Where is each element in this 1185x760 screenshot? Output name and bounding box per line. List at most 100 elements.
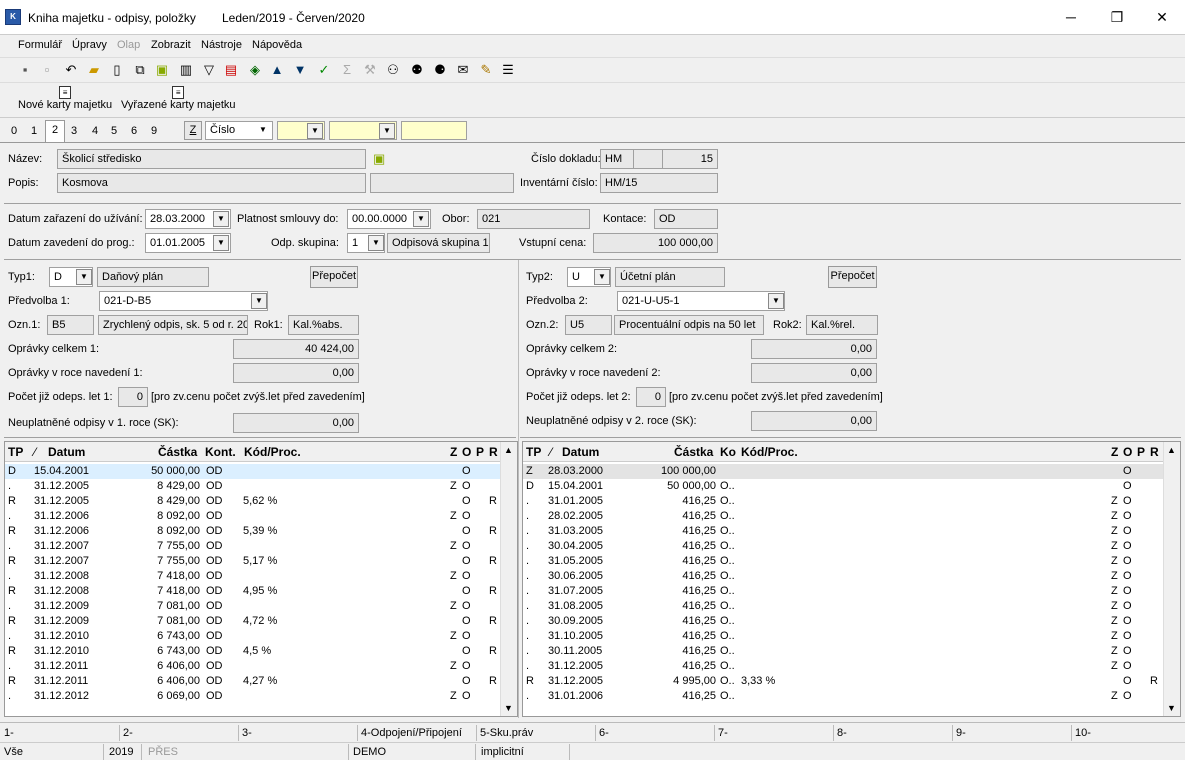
neuplatnene1-field[interactable]: 0,00 [233, 413, 359, 433]
opravky-celkem1-field[interactable]: 40 424,00 [233, 339, 359, 359]
ozn1-field[interactable]: B5 [47, 315, 94, 335]
scroll-up-icon[interactable]: ▲ [504, 445, 513, 455]
col-r[interactable]: R [489, 445, 498, 459]
inv-cislo-field[interactable]: HM/15 [600, 173, 718, 193]
chevron-down-icon[interactable]: ▼ [76, 269, 92, 285]
chevron-down-icon[interactable]: ▼ [768, 293, 784, 309]
col-z[interactable]: Z [450, 445, 457, 459]
col-o[interactable]: O [1123, 445, 1132, 459]
notes-icon[interactable]: ✎ [477, 61, 495, 79]
save-as-icon[interactable]: ▫ [38, 61, 56, 79]
table-row[interactable]: . 31.12.2005 416,25 O.. Z O [523, 659, 1180, 674]
arrow-down-icon[interactable]: ▼ [291, 61, 309, 79]
stack-icon[interactable]: ◈ [246, 61, 264, 79]
table-row[interactable]: . 31.07.2005 416,25 O.. Z O [523, 584, 1180, 599]
tab-3[interactable]: 3 [64, 122, 84, 141]
doklad-blank-field[interactable] [633, 149, 663, 169]
col-tp[interactable]: TP [526, 445, 541, 459]
fkey-9[interactable]: 9- [956, 727, 966, 739]
new-document-icon[interactable]: ▯ [108, 61, 126, 79]
save-icon[interactable]: ▪ [16, 61, 34, 79]
neuplatnene2-field[interactable]: 0,00 [751, 411, 877, 431]
obor-field[interactable]: 021 [477, 209, 590, 229]
opravky-roce2-field[interactable]: 0,00 [751, 363, 877, 383]
left-scrollbar[interactable]: ▲ ▼ [500, 442, 517, 716]
chevron-down-icon[interactable]: ▼ [368, 235, 384, 251]
fkey-8[interactable]: 8- [837, 727, 847, 739]
filter-field-3[interactable] [401, 121, 467, 140]
copy-icon[interactable]: ⧉ [131, 61, 149, 79]
fkey-10[interactable]: 10- [1075, 727, 1091, 739]
tab-5[interactable]: 5 [104, 122, 124, 141]
tab-0[interactable]: 0 [4, 122, 24, 141]
col-datum[interactable]: Datum [48, 445, 85, 459]
col-sort[interactable]: ⁄ [34, 445, 36, 459]
scroll-up-icon[interactable]: ▲ [1167, 445, 1176, 455]
tab-4[interactable]: 4 [85, 122, 105, 141]
prepocet1-button[interactable]: Přepočet [310, 266, 358, 288]
table-row[interactable]: R 31.12.2006 8 092,00 OD 5,39 % O R [5, 524, 517, 539]
minimize-button[interactable]: ─ [1051, 4, 1091, 30]
undo-icon[interactable]: ↶ [62, 61, 80, 79]
tab-9[interactable]: 9 [144, 122, 164, 141]
right-scrollbar[interactable]: ▲ ▼ [1163, 442, 1180, 716]
menu-upravy[interactable]: Úpravy [72, 39, 107, 51]
book-icon[interactable]: ▥ [177, 61, 195, 79]
new-cards-button[interactable]: ≡ Nové karty majetku [18, 86, 112, 111]
table-row[interactable]: . 31.01.2005 416,25 O.. Z O [523, 494, 1180, 509]
col-kont[interactable]: Kont. [205, 445, 236, 459]
filter-document-icon[interactable]: ▤ [222, 61, 240, 79]
chevron-down-icon[interactable]: ▼ [213, 211, 229, 227]
table-row[interactable]: . 31.12.2011 6 406,00 OD Z O [5, 659, 517, 674]
vstupni-cena-field[interactable]: 100 000,00 [593, 233, 718, 253]
col-kont[interactable]: Ko [720, 445, 736, 459]
select-icon[interactable]: ✓ [315, 61, 333, 79]
fkey-3[interactable]: 3- [242, 727, 252, 739]
close-button[interactable]: ✕ [1142, 4, 1182, 30]
popis-field[interactable]: Kosmova [57, 173, 366, 193]
kontace-field[interactable]: OD [654, 209, 718, 229]
chevron-down-icon[interactable]: ▼ [307, 123, 323, 139]
lock-icon[interactable]: ▣ [153, 61, 171, 79]
fkey-5[interactable]: 5-Sku.práv [480, 727, 533, 739]
table-row[interactable]: . 31.03.2005 416,25 O.. Z O [523, 524, 1180, 539]
rok1-field[interactable]: Kal.%abs. [288, 315, 359, 335]
table-row[interactable]: . 31.12.2012 6 069,00 OD Z O [5, 689, 517, 704]
col-r[interactable]: R [1150, 445, 1159, 459]
filter-icon[interactable]: ▽ [200, 61, 218, 79]
popis-extra-field[interactable] [370, 173, 514, 193]
col-o[interactable]: O [462, 445, 471, 459]
fkey-2[interactable]: 2- [123, 727, 133, 739]
find-prev-icon[interactable]: ⚈ [431, 61, 449, 79]
table-row[interactable]: . 31.12.2009 7 081,00 OD Z O [5, 599, 517, 614]
predvolba1-field[interactable]: 021-D-B5 [99, 291, 268, 311]
table-row[interactable]: . 31.08.2005 416,25 O.. Z O [523, 599, 1180, 614]
fkey-4[interactable]: 4-Odpojení/Připojení [361, 727, 462, 739]
fkey-1[interactable]: 1- [4, 727, 14, 739]
table-row[interactable]: . 31.12.2007 7 755,00 OD Z O [5, 539, 517, 554]
table-row[interactable]: . 30.11.2005 416,25 O.. Z O [523, 644, 1180, 659]
table-row[interactable]: R 31.12.2009 7 081,00 OD 4,72 % O R [5, 614, 517, 629]
table-row[interactable]: R 31.12.2005 4 995,00 O.. 3,33 % O R [523, 674, 1180, 689]
removed-cards-button[interactable]: ≡ Vyřazené karty majetku [121, 86, 236, 111]
table-row[interactable]: . 28.02.2005 416,25 O.. Z O [523, 509, 1180, 524]
table-row[interactable]: . 31.05.2005 416,25 O.. Z O [523, 554, 1180, 569]
table-row[interactable]: Z 28.03.2000 100 000,00 O [523, 464, 1180, 479]
open-folder-icon[interactable]: ▰ [85, 61, 103, 79]
tab-6[interactable]: 6 [124, 122, 144, 141]
col-castka[interactable]: Částka [158, 445, 197, 459]
col-kod[interactable]: Kód/Proc. [741, 445, 798, 459]
table-row[interactable]: R 31.12.2007 7 755,00 OD 5,17 % O R [5, 554, 517, 569]
table-row[interactable]: . 30.09.2005 416,25 O.. Z O [523, 614, 1180, 629]
menu-nastroje[interactable]: Nástroje [201, 39, 242, 51]
table-row[interactable]: . 30.04.2005 416,25 O.. Z O [523, 539, 1180, 554]
tab-1[interactable]: 1 [24, 122, 44, 141]
col-castka[interactable]: Částka [674, 445, 713, 459]
scroll-down-icon[interactable]: ▼ [1167, 703, 1176, 713]
scroll-down-icon[interactable]: ▼ [504, 703, 513, 713]
pocet1-field[interactable]: 0 [118, 387, 148, 407]
col-datum[interactable]: Datum [562, 445, 599, 459]
mail-icon[interactable]: ✉ [454, 61, 472, 79]
table-row[interactable]: D 15.04.2001 50 000,00 OD O [5, 464, 517, 479]
pocet2-field[interactable]: 0 [636, 387, 666, 407]
